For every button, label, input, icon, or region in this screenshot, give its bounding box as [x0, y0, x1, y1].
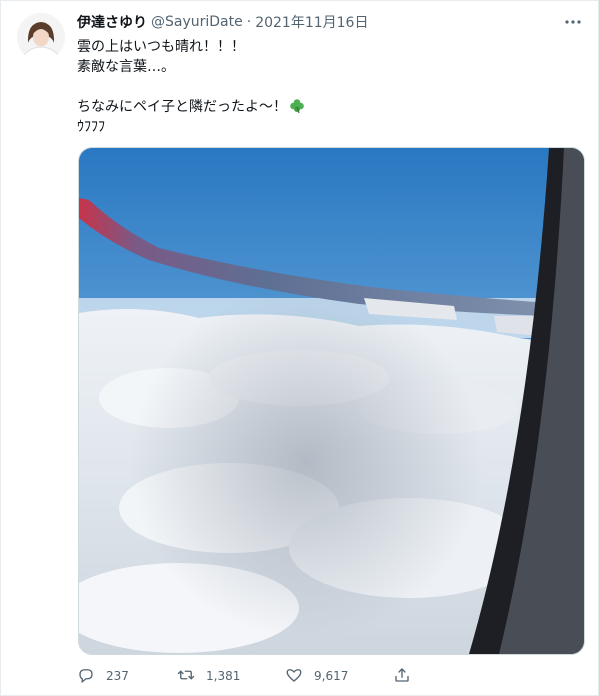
- user-handle[interactable]: @SayuriDate: [151, 14, 243, 30]
- like-button[interactable]: 9,617: [285, 666, 393, 687]
- retweet-count: 1,381: [206, 669, 241, 683]
- reply-icon: [77, 666, 95, 687]
- tweet-line-3: ちなみにペイ子と隣だったよ〜！: [77, 99, 287, 115]
- tweet-card[interactable]: 伊達さゆり @SayuriDate · 2021年11月16日 雲の上はいつも晴…: [0, 0, 599, 696]
- display-name[interactable]: 伊達さゆり: [77, 12, 147, 32]
- share-button[interactable]: [393, 666, 433, 687]
- tweet-actions: 237 1,381 9,617: [77, 665, 517, 687]
- retweet-button[interactable]: 1,381: [177, 666, 285, 687]
- avatar[interactable]: [17, 13, 65, 61]
- tweet-date[interactable]: 2021年11月16日: [255, 12, 368, 32]
- like-icon: [285, 666, 303, 687]
- retweet-icon: [177, 666, 195, 687]
- tweet-header: 伊達さゆり @SayuriDate · 2021年11月16日: [77, 11, 368, 33]
- share-icon: [393, 666, 411, 687]
- tweet-text: 雲の上はいつも晴れ！！！ 素敵な言葉…。 ちなみにペイ子と隣だったよ〜！ ｳﾌﾌ…: [77, 37, 577, 137]
- tweet-line-2: 素敵な言葉…。: [77, 59, 175, 75]
- reply-count: 237: [106, 669, 129, 683]
- tweet-line-4: ｳﾌﾌﾌ: [77, 119, 105, 135]
- separator: ·: [246, 14, 252, 30]
- tweet-line-1: 雲の上はいつも晴れ！！！: [77, 39, 245, 55]
- clover-icon: [289, 98, 305, 120]
- reply-button[interactable]: 237: [77, 666, 177, 687]
- tweet-line-3-wrap: ちなみにペイ子と隣だったよ〜！: [77, 97, 577, 117]
- like-count: 9,617: [314, 669, 349, 683]
- more-options-icon[interactable]: [562, 11, 584, 33]
- tweet-photo[interactable]: [78, 147, 585, 655]
